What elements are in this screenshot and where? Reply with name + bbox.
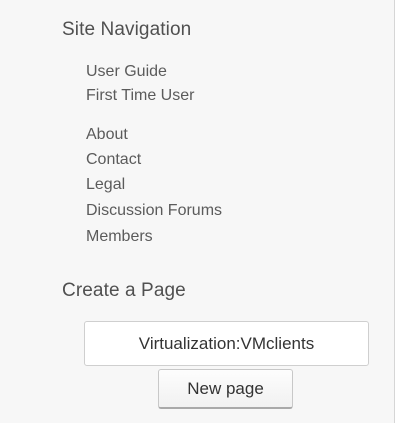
site-navigation-heading: Site Navigation <box>62 19 192 40</box>
nav-link-members[interactable]: Members <box>86 227 153 247</box>
nav-link-legal[interactable]: Legal <box>86 175 125 195</box>
nav-link-contact[interactable]: Contact <box>86 150 141 170</box>
nav-link-about[interactable]: About <box>86 125 128 145</box>
nav-link-user-guide[interactable]: User Guide <box>86 62 167 82</box>
nav-link-discussion-forums[interactable]: Discussion Forums <box>86 201 222 221</box>
nav-link-first-time-user[interactable]: First Time User <box>86 86 194 106</box>
page-name-input[interactable] <box>84 321 369 366</box>
sidebar-panel: Site Navigation User Guide First Time Us… <box>0 0 395 423</box>
new-page-button[interactable]: New page <box>158 369 293 409</box>
create-page-heading: Create a Page <box>62 280 186 301</box>
